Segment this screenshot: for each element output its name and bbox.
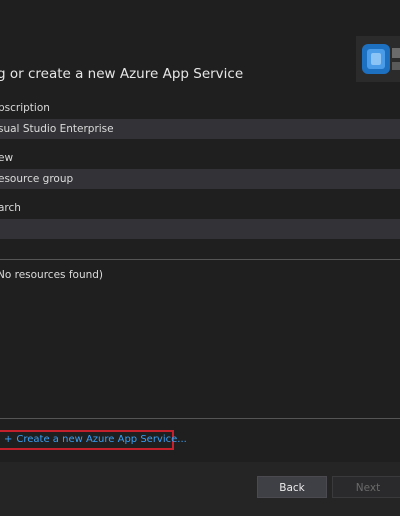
page-title: g or create a new Azure App Service <box>0 66 244 82</box>
create-app-service-label: Create a new Azure App Service... <box>16 434 187 445</box>
subscription-dropdown[interactable]: sual Studio Enterprise <box>0 119 400 139</box>
view-value: esource group <box>0 173 74 185</box>
plus-icon: + <box>4 434 13 445</box>
subscription-label: bscription <box>0 102 50 114</box>
back-button[interactable]: Back <box>257 476 327 498</box>
subscription-value: sual Studio Enterprise <box>0 123 114 135</box>
create-app-service-link[interactable]: + Create a new Azure App Service... <box>0 430 187 450</box>
view-label: ew <box>0 152 14 164</box>
search-input[interactable] <box>0 219 400 239</box>
results-bottom-divider <box>0 418 400 419</box>
next-button[interactable]: Next <box>332 476 400 498</box>
azure-app-service-icon <box>356 36 400 82</box>
empty-results-text: No resources found) <box>0 269 104 281</box>
view-dropdown[interactable]: esource group <box>0 169 400 189</box>
search-label: arch <box>0 202 21 214</box>
results-top-divider <box>0 259 400 260</box>
